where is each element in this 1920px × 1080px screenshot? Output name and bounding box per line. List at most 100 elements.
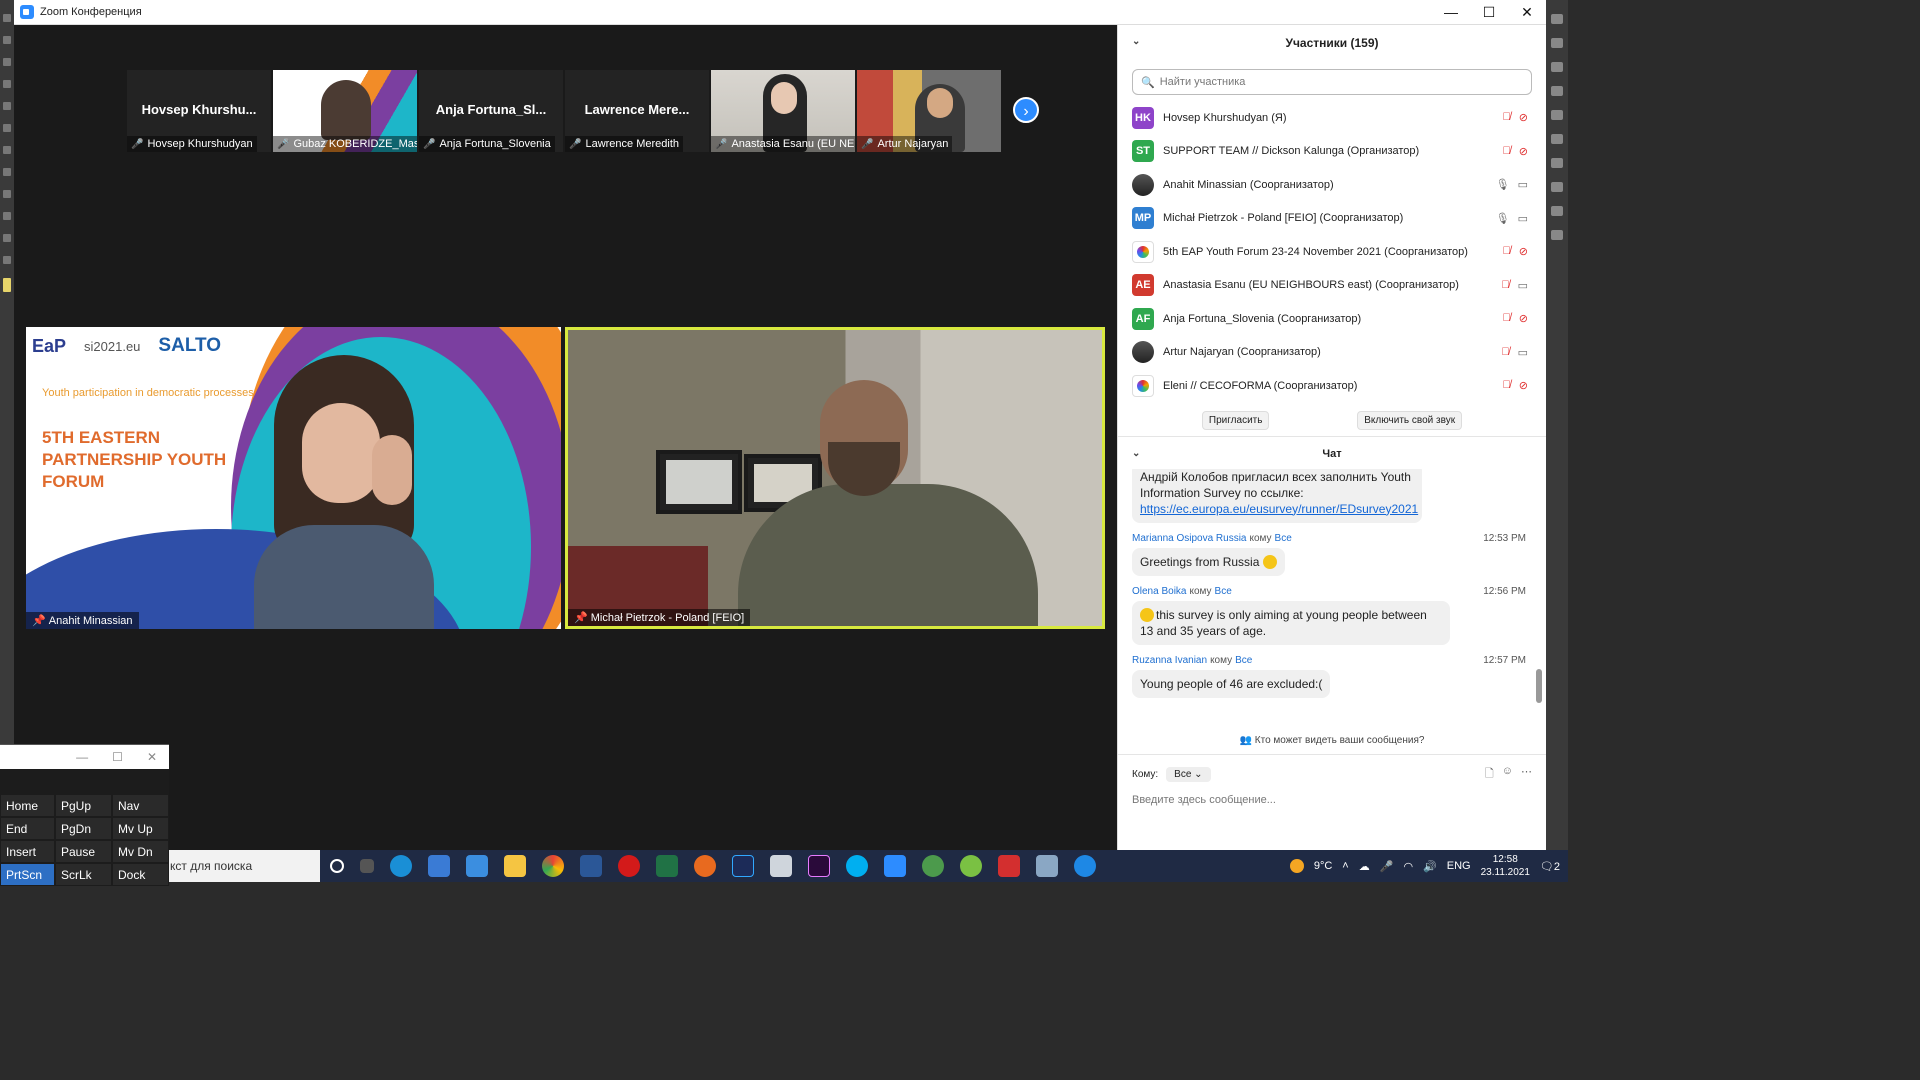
key-pgup[interactable]: PgUp [55, 794, 112, 817]
unmute-button[interactable]: Включить свой звук [1357, 410, 1463, 430]
key-mvdn[interactable]: Mv Dn [112, 840, 169, 863]
speaker-tile-right[interactable]: 📌 Michał Pietrzok - Poland [FEIO] [565, 327, 1105, 629]
chat-messages[interactable]: Андрій Колобов пригласил всех заполнить … [1118, 468, 1546, 727]
invite-button[interactable]: Пригласить [1201, 410, 1270, 430]
participant-thumbnail[interactable]: 🎤 Anastasia Esanu (EU NEI... [711, 70, 855, 152]
mic-muted-icon[interactable]: 🎙̸ [1503, 312, 1511, 325]
message-sender[interactable]: Ruzanna Ivanian [1132, 655, 1207, 666]
key-mvup[interactable]: Mv Up [112, 817, 169, 840]
photoshop-icon[interactable] [732, 855, 754, 877]
participant-thumbnail[interactable]: 🎤 Artur Najaryan [857, 70, 1001, 152]
mail-icon[interactable] [466, 855, 488, 877]
mic-muted-icon[interactable]: 🎙̸ [1503, 245, 1511, 258]
participant-row[interactable]: Anahit Minassian (Соорганизатор) 🎙 ▭ [1118, 168, 1546, 202]
mic-icon[interactable]: 🎙 [1496, 178, 1510, 191]
key-end[interactable]: End [0, 817, 55, 840]
participant-row[interactable]: AF Anja Fortuna_Slovenia (Соорганизатор)… [1118, 302, 1546, 336]
chrome-icon[interactable] [542, 855, 564, 877]
skype-icon[interactable] [846, 855, 868, 877]
wifi-icon[interactable]: ◠ [1403, 860, 1413, 873]
who-can-see-messages-link[interactable]: 👥 Кто может видеть ваши сообщения? [1118, 735, 1546, 746]
maximize-button[interactable]: ☐ [112, 750, 123, 764]
clock[interactable]: 12:58 23.11.2021 [1481, 853, 1530, 879]
opera-icon[interactable] [618, 855, 640, 877]
word-icon[interactable] [580, 855, 602, 877]
participant-thumbnail[interactable]: 🎤Gubaz KOBERIDZE_Mast... [273, 70, 417, 152]
emoji-icon[interactable]: ☺ [1502, 765, 1513, 784]
mic-muted-icon[interactable]: 🎙̸ [1501, 279, 1509, 292]
participant-row[interactable]: ST SUPPORT TEAM // Dickson Kalunga (Орга… [1118, 135, 1546, 169]
premiere-icon[interactable] [808, 855, 830, 877]
chat-message-input[interactable]: Введите здесь сообщение... [1118, 784, 1546, 816]
camera-icon[interactable]: ▭ [1518, 212, 1528, 225]
task-view-icon[interactable] [360, 859, 374, 873]
mic-muted-icon[interactable]: 🎙̸ [1503, 145, 1511, 158]
speaker-icon[interactable]: 🔊 [1423, 860, 1437, 873]
participant-row[interactable]: AE Anastasia Esanu (EU NEIGHBOURS east) … [1118, 269, 1546, 303]
message-sender[interactable]: Marianna Osipova Russia [1132, 533, 1247, 544]
camera-off-icon[interactable]: ⊘ [1519, 145, 1528, 158]
camera-off-icon[interactable]: ⊘ [1519, 312, 1528, 325]
next-page-button[interactable]: › [1013, 97, 1039, 123]
chevron-down-icon[interactable]: ⌄ [1132, 448, 1140, 459]
taskbar-search-input[interactable]: кст для поиска [168, 850, 320, 882]
chevron-down-icon[interactable]: ⌄ [1132, 36, 1140, 47]
key-pause[interactable]: Pause [55, 840, 112, 863]
recipient-select[interactable]: Все ⌄ [1166, 766, 1211, 782]
key-scrlk[interactable]: ScrLk [55, 863, 112, 886]
participant-row[interactable]: Artur Najaryan (Соорганизатор) 🎙̸ ▭ [1118, 336, 1546, 370]
chevron-up-icon[interactable]: ˄ [1342, 860, 1348, 872]
participant-thumbnail[interactable]: Lawrence Mere... 🎤 Lawrence Meredith [565, 70, 709, 152]
key-dock[interactable]: Dock [112, 863, 169, 886]
minimize-button[interactable]: — [1432, 4, 1470, 21]
network-icon[interactable] [1036, 855, 1058, 877]
participant-thumbnail[interactable]: Anja Fortuna_Sl... 🎤 Anja Fortuna_Sloveni… [419, 70, 563, 152]
key-home[interactable]: Home [0, 794, 55, 817]
camera-icon[interactable]: ▭ [1518, 279, 1528, 292]
camera-off-icon[interactable]: ⊘ [1519, 245, 1528, 258]
maximize-button[interactable]: ☐ [1470, 4, 1508, 21]
zoom-icon[interactable] [884, 855, 906, 877]
ie-icon[interactable] [1074, 855, 1096, 877]
camera-off-icon[interactable]: ⊘ [1519, 111, 1528, 124]
key-pgdn[interactable]: PgDn [55, 817, 112, 840]
calculator-icon[interactable] [770, 855, 792, 877]
file-icon[interactable]: 🗋 [1485, 765, 1494, 784]
weather-temp[interactable]: 9°C [1314, 860, 1332, 872]
mic-muted-icon[interactable]: 🎙̸ [1501, 346, 1509, 359]
participant-row[interactable]: Eleni // CECOFORMA (Соорганизатор) 🎙̸ ⊘ [1118, 369, 1546, 403]
mic-icon[interactable]: 🎤 [1380, 860, 1394, 873]
pdf-icon[interactable] [998, 855, 1020, 877]
camera-icon[interactable]: ▭ [1518, 346, 1528, 359]
speaker-tile-left[interactable]: EaP si2021.eu SALTO Youth participation … [26, 327, 561, 629]
mic-icon[interactable]: 🎙 [1496, 212, 1510, 225]
camera-icon[interactable]: ▭ [1518, 178, 1528, 191]
notifications-icon[interactable]: 🗨2 [1540, 860, 1560, 873]
chat-scrollbar[interactable] [1536, 668, 1542, 703]
firefox-icon[interactable] [694, 855, 716, 877]
globe-icon[interactable] [922, 855, 944, 877]
language-indicator[interactable]: ENG [1447, 860, 1471, 872]
app-icon[interactable] [960, 855, 982, 877]
participant-row[interactable]: HK Hovsep Khurshudyan (Я) 🎙̸ ⊘ [1118, 101, 1546, 135]
weather-icon[interactable] [1289, 859, 1304, 873]
participant-search-input[interactable]: 🔍 Найти участника [1132, 69, 1532, 95]
cortana-icon[interactable] [330, 859, 344, 873]
more-icon[interactable]: ⋯ [1521, 765, 1532, 784]
camera-off-icon[interactable]: ⊘ [1519, 379, 1528, 392]
key-insert[interactable]: Insert [0, 840, 55, 863]
close-button[interactable]: ✕ [147, 750, 157, 764]
minimize-button[interactable]: — [76, 750, 88, 764]
key-nav[interactable]: Nav [112, 794, 169, 817]
message-sender[interactable]: Olena Boika [1132, 586, 1186, 597]
participant-thumbnail[interactable]: Hovsep Khurshu... 🎤 Hovsep Khurshudyan [127, 70, 271, 152]
participant-row[interactable]: 5th EAP Youth Forum 23-24 November 2021 … [1118, 235, 1546, 269]
participant-row[interactable]: MP Michał Pietrzok - Poland [FEIO] (Соор… [1118, 202, 1546, 236]
edge-icon[interactable] [390, 855, 412, 877]
cloud-icon[interactable]: ☁ [1359, 860, 1370, 873]
excel-icon[interactable] [656, 855, 678, 877]
store-icon[interactable] [428, 855, 450, 877]
survey-link[interactable]: https://ec.europa.eu/eusurvey/runner/EDs… [1140, 502, 1418, 516]
close-button[interactable]: ✕ [1508, 4, 1546, 21]
folder-icon[interactable] [504, 855, 526, 877]
